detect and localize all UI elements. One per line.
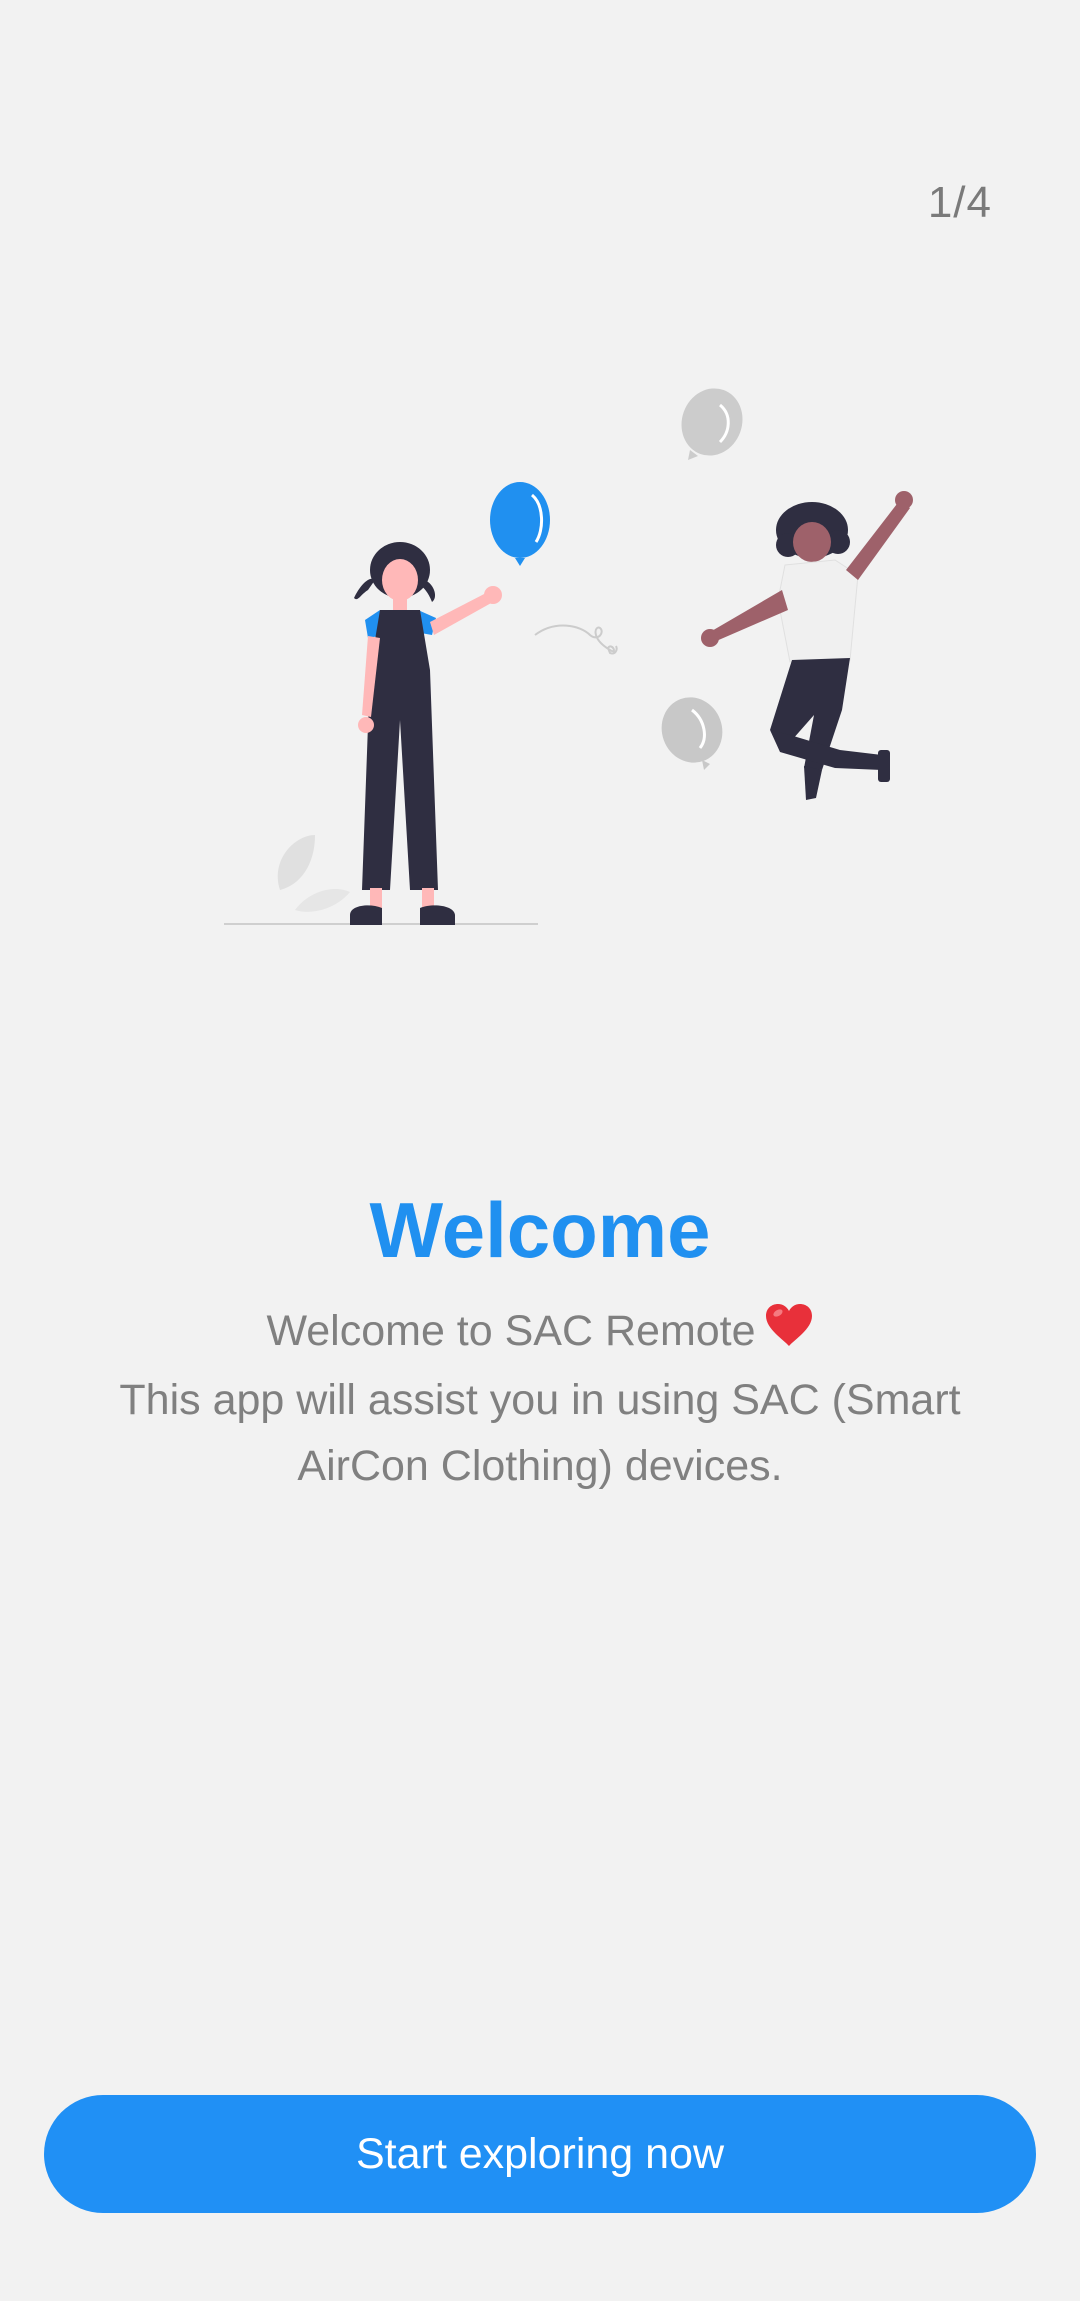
welcome-description: Welcome to SAC Remote This app will assi… (90, 1298, 990, 1499)
description-line-2: This app will assist you in using SAC (S… (119, 1375, 961, 1490)
start-exploring-button[interactable]: Start exploring now (44, 2095, 1036, 2213)
onboarding-screen: 1/4 Welcome Welcome to SAC Remote This a… (0, 0, 1080, 2301)
welcome-title: Welcome (369, 1186, 711, 1274)
description-line-1: Welcome to SAC Remote (90, 1298, 990, 1367)
page-indicator: 1/4 (927, 178, 992, 227)
celebration-illustration (224, 388, 913, 925)
heart-icon (764, 1301, 814, 1367)
description-text-1: Welcome to SAC Remote (266, 1307, 756, 1355)
